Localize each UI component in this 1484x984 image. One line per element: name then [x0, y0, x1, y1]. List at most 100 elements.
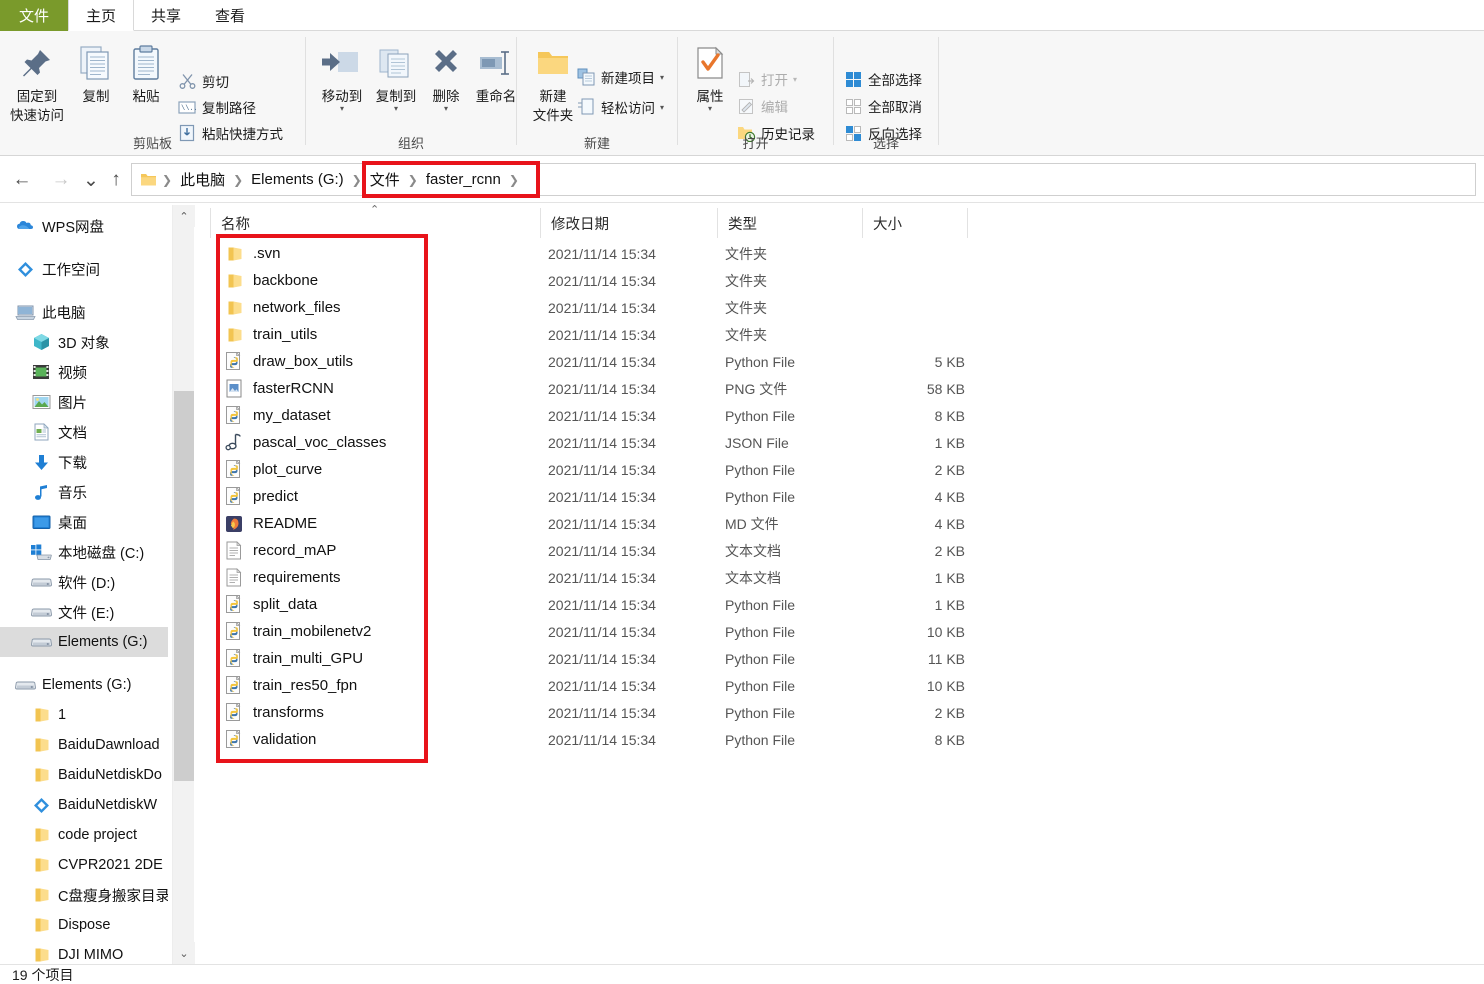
move-to-caret-icon[interactable]: ▾ [340, 105, 344, 113]
sidebar-item-11[interactable]: 软件 (D:) [0, 567, 168, 597]
table-row[interactable]: train_res50_fpn 2021/11/14 15:34 Python Fi… [210, 672, 1484, 699]
sidebar-item-18[interactable]: BaiduNetdiskW [0, 790, 168, 820]
copy-path-button[interactable]: \\.. 复制路径 [176, 97, 256, 117]
tab-file[interactable]: 文件 [0, 0, 68, 31]
paste-button[interactable]: 粘贴 [122, 41, 170, 106]
file-name-cell[interactable]: my_dataset [222, 405, 331, 427]
sidebar-item-22[interactable]: Dispose [0, 910, 168, 940]
sidebar-item-23[interactable]: DJI MIMO [0, 940, 168, 964]
table-row[interactable]: validation 2021/11/14 15:34 Python File 8 K… [210, 726, 1484, 753]
table-row[interactable]: train_utils 2021/11/14 15:34 文件夹 [210, 321, 1484, 348]
sidebar-item-17[interactable]: BaiduNetdiskDo [0, 760, 168, 790]
forward-button[interactable]: → [47, 166, 75, 194]
sidebar-item-10[interactable]: 本地磁盘 (C:) [0, 537, 168, 567]
column-header-size[interactable]: 大小 [862, 208, 967, 238]
file-name-cell[interactable]: network_files [222, 297, 341, 319]
table-row[interactable]: network_files 2021/11/14 15:34 文件夹 [210, 294, 1484, 321]
edit-button[interactable]: 编辑 [735, 96, 788, 116]
sidebar-item-5[interactable]: 图片 [0, 387, 168, 417]
file-name-cell[interactable]: split_data [222, 594, 317, 616]
properties-caret-icon[interactable]: ▾ [708, 105, 712, 113]
file-name-cell[interactable]: backbone [222, 270, 318, 292]
delete-button[interactable]: 删除 ▾ [422, 41, 470, 113]
delete-caret-icon[interactable]: ▾ [444, 105, 448, 113]
sidebar-item-2[interactable]: 此电脑 [0, 297, 168, 327]
move-to-button[interactable]: 移动到 ▾ [314, 41, 370, 113]
file-name-cell[interactable]: README [222, 513, 317, 535]
breadcrumb-faster-rcnn[interactable]: faster_rcnn [421, 171, 506, 188]
tab-share[interactable]: 共享 [134, 0, 198, 31]
sidebar-item-21[interactable]: C盘瘦身搬家目录 [0, 880, 168, 910]
file-list[interactable]: .svn 2021/11/14 15:34 文件夹 backbone 2021/11/1… [210, 240, 1484, 960]
scroll-up-arrow-icon[interactable]: ⌃ [173, 205, 195, 227]
breadcrumb-elements-g[interactable]: Elements (G:) [246, 171, 349, 188]
table-row[interactable]: my_dataset 2021/11/14 15:34 Python File 8 K… [210, 402, 1484, 429]
cut-button[interactable]: 剪切 [176, 71, 229, 91]
breadcrumb-wenjian[interactable]: 文件 [365, 169, 405, 190]
properties-button[interactable]: 属性 ▾ [686, 41, 734, 113]
file-name-cell[interactable]: record_mAP [222, 540, 336, 562]
file-name-cell[interactable]: train_mobilenetv2 [222, 621, 371, 643]
file-name-cell[interactable]: draw_box_utils [222, 351, 353, 373]
scroll-down-arrow-icon[interactable]: ⌄ [173, 942, 195, 964]
copy-button[interactable]: 复制 [72, 41, 120, 106]
sidebar-item-4[interactable]: 视频 [0, 357, 168, 387]
file-name-cell[interactable]: train_multi_GPU [222, 648, 363, 670]
table-row[interactable]: predict 2021/11/14 15:34 Python File 4 KB [210, 483, 1484, 510]
table-row[interactable]: train_multi_GPU 2021/11/14 15:34 Python Fi… [210, 645, 1484, 672]
sidebar-item-3[interactable]: 3D 对象 [0, 327, 168, 357]
easy-access-button[interactable]: 轻松访问 ▾ [575, 97, 664, 117]
table-row[interactable]: record_mAP 2021/11/14 15:34 文本文档 2 KB [210, 537, 1484, 564]
table-row[interactable]: draw_box_utils 2021/11/14 15:34 Python Fil… [210, 348, 1484, 375]
sidebar-item-20[interactable]: CVPR2021 2DE [0, 850, 168, 880]
column-header-type[interactable]: 类型 [717, 208, 862, 238]
copy-to-caret-icon[interactable]: ▾ [394, 105, 398, 113]
pin-to-quick-access-button[interactable]: 固定到 快速访问 [6, 41, 68, 125]
table-row[interactable]: pascal_voc_classes 2021/11/14 15:34 JSON F… [210, 429, 1484, 456]
sidebar-item-1[interactable]: 工作空间 [0, 254, 168, 284]
table-row[interactable]: backbone 2021/11/14 15:34 文件夹 [210, 267, 1484, 294]
column-header-date[interactable]: 修改日期 [540, 208, 717, 238]
sidebar-item-0[interactable]: WPS网盘 [0, 211, 168, 241]
copy-to-button[interactable]: 复制到 ▾ [368, 41, 424, 113]
new-item-button[interactable]: 新建项目 ▾ [575, 67, 664, 87]
select-none-button[interactable]: 全部取消 [842, 96, 922, 116]
select-all-button[interactable]: 全部选择 [842, 69, 922, 89]
address-bar-crumbs[interactable]: ❯ 此电脑 ❯ Elements (G:) ❯ 文件 ❯ faster_rcnn… [131, 163, 1476, 196]
table-row[interactable]: fasterRCNN 2021/11/14 15:34 PNG 文件 58 KB [210, 375, 1484, 402]
sidebar-item-8[interactable]: 音乐 [0, 477, 168, 507]
column-header-name[interactable]: 名称 [210, 208, 540, 238]
table-row[interactable]: transforms 2021/11/14 15:34 Python File 2 K… [210, 699, 1484, 726]
new-folder-button[interactable]: 新建 文件夹 [525, 41, 581, 125]
navigation-pane-scrollbar[interactable]: ⌃ ⌄ [172, 205, 195, 964]
sidebar-item-13[interactable]: Elements (G:) [0, 627, 168, 657]
sidebar-item-6[interactable]: 文档 [0, 417, 168, 447]
easy-access-caret-icon[interactable]: ▾ [660, 103, 664, 112]
open-button[interactable]: 打开 ▾ [735, 69, 797, 89]
sidebar-item-15[interactable]: 1 [0, 700, 168, 730]
back-button[interactable]: ← [8, 166, 36, 194]
file-name-cell[interactable]: .svn [222, 243, 281, 265]
file-name-cell[interactable]: train_utils [222, 324, 317, 346]
open-caret-icon[interactable]: ▾ [793, 75, 797, 84]
file-name-cell[interactable]: fasterRCNN [222, 378, 334, 400]
file-name-cell[interactable]: predict [222, 486, 298, 508]
table-row[interactable]: plot_curve 2021/11/14 15:34 Python File 2 K… [210, 456, 1484, 483]
sidebar-item-19[interactable]: code project [0, 820, 168, 850]
sidebar-item-12[interactable]: 文件 (E:) [0, 597, 168, 627]
breadcrumb-this-pc[interactable]: 此电脑 [175, 169, 230, 190]
table-row[interactable]: .svn 2021/11/14 15:34 文件夹 [210, 240, 1484, 267]
file-name-cell[interactable]: pascal_voc_classes [222, 432, 386, 454]
file-name-cell[interactable]: transforms [222, 702, 324, 724]
new-item-caret-icon[interactable]: ▾ [660, 73, 664, 82]
sidebar-item-14[interactable]: Elements (G:) [0, 670, 168, 700]
scrollbar-thumb[interactable] [174, 391, 194, 781]
file-name-cell[interactable]: plot_curve [222, 459, 322, 481]
file-name-cell[interactable]: validation [222, 729, 316, 751]
file-name-cell[interactable]: requirements [222, 567, 341, 589]
sidebar-item-16[interactable]: BaiduDawnload [0, 730, 168, 760]
table-row[interactable]: train_mobilenetv2 2021/11/14 15:34 Python … [210, 618, 1484, 645]
up-button[interactable]: ↑ [102, 166, 130, 194]
navigation-pane[interactable]: WPS网盘 工作空间 此电脑 3D 对象 视频 图片 文档 下载 音乐 桌面 本地磁盘 (C:) 软件… [0, 203, 168, 964]
table-row[interactable]: split_data 2021/11/14 15:34 Python File 1 K… [210, 591, 1484, 618]
